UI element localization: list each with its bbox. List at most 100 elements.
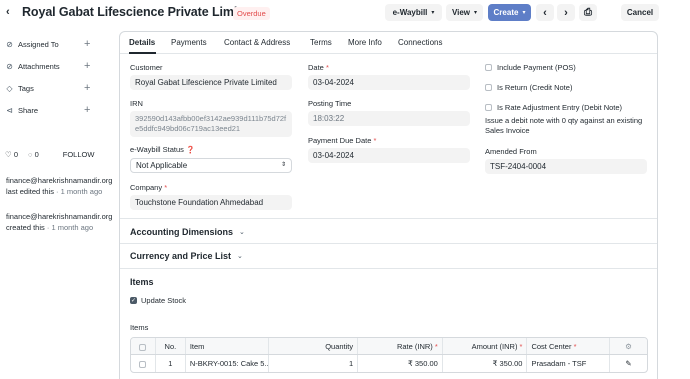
chevron-down-icon: ⌄: [237, 253, 243, 260]
sidebar-item-assigned-to[interactable]: ⊘ Assigned To +: [5, 38, 93, 50]
date-label: Date *: [308, 63, 329, 72]
row-rate[interactable]: ₹ 350.00: [358, 355, 443, 372]
column-header-quantity: Quantity: [269, 338, 359, 354]
currency-price-list-section[interactable]: Currency and Price List ⌄: [130, 251, 243, 261]
section-title: Items: [130, 277, 154, 287]
page-header: ‹ Royal Gabat Lifescience Private Limit.…: [0, 0, 690, 26]
activity-user[interactable]: finance@harekrishnamandir.org: [6, 212, 121, 223]
doc-stats: ♡ 0 ◌ 0 FOLLOW: [5, 150, 94, 159]
plus-icon[interactable]: +: [84, 104, 90, 116]
like-counter[interactable]: ♡ 0: [5, 150, 18, 159]
row-quantity[interactable]: 1: [269, 355, 359, 372]
settings-gear-icon[interactable]: ⚙: [610, 338, 647, 354]
accounting-dimensions-section[interactable]: Accounting Dimensions ⌄: [130, 227, 245, 237]
share-icon: ⊲: [6, 105, 13, 115]
column-header-amount: Amount (INR) *: [443, 338, 528, 354]
row-select-cell[interactable]: [131, 355, 156, 372]
irn-label: IRN: [130, 99, 143, 108]
include-payment-label: Include Payment (POS): [497, 63, 576, 72]
view-button-label: View: [451, 8, 471, 17]
activity-time: · 1 month ago: [56, 186, 103, 196]
like-count: 0: [13, 150, 18, 159]
paperclip-icon: ⊘: [6, 61, 13, 71]
ewaybill-button[interactable]: e-Waybill ▾: [385, 4, 442, 21]
print-button[interactable]: ⎙: [579, 4, 597, 21]
amended-from-label: Amended From: [485, 147, 537, 156]
next-button[interactable]: ›: [557, 4, 575, 21]
ewaybill-status-label-text: e-Waybill Status: [130, 145, 184, 154]
active-tab-indicator: [129, 52, 156, 54]
tab-more-info[interactable]: More Info: [348, 38, 382, 47]
section-divider: [120, 268, 657, 269]
tab-connections[interactable]: Connections: [398, 38, 442, 47]
posting-time-field[interactable]: 18:03:22: [308, 111, 470, 126]
edit-row-pencil-icon[interactable]: ✎: [610, 355, 647, 372]
payment-due-date-label: Payment Due Date *: [308, 136, 377, 145]
plus-icon[interactable]: +: [84, 82, 90, 94]
activity-user[interactable]: finance@harekrishnamandir.org: [6, 176, 121, 187]
chevron-down-icon: ▾: [522, 10, 526, 16]
back-chevron-icon[interactable]: ‹: [6, 6, 10, 18]
follow-button[interactable]: FOLLOW: [63, 150, 95, 159]
update-stock-checkbox[interactable]: ✓: [130, 297, 137, 304]
irn-field[interactable]: 392590d143afbb00ef3142ae939d111b75d72fe5…: [130, 111, 292, 137]
update-stock-label: Update Stock: [141, 296, 187, 305]
row-item[interactable]: N-BKRY-0015: Cake 5...: [186, 355, 269, 372]
column-header-rate: Rate (INR) *: [358, 338, 443, 354]
sidebar-item-tags[interactable]: ◇ Tags +: [5, 82, 93, 94]
sidebar-item-label: Share: [18, 105, 39, 115]
create-button-label: Create: [493, 8, 519, 17]
plus-icon[interactable]: +: [84, 60, 90, 72]
help-icon[interactable]: ❓: [186, 147, 195, 154]
comment-icon: ◌: [28, 150, 33, 159]
create-button[interactable]: Create ▾: [488, 4, 531, 21]
column-header-item: Item: [186, 338, 269, 354]
comment-counter[interactable]: ◌ 0: [28, 150, 39, 159]
date-field[interactable]: 03-04-2024: [308, 75, 470, 90]
payment-due-date-label-text: Payment Due Date: [308, 136, 372, 145]
column-header-no: No.: [156, 338, 186, 354]
date-label-text: Date: [308, 63, 324, 72]
status-badge: Overdue: [233, 7, 270, 20]
prev-button[interactable]: ‹: [536, 4, 554, 21]
tab-details[interactable]: Details: [129, 38, 155, 47]
select-all-checkbox[interactable]: [139, 343, 147, 351]
sidebar-item-share[interactable]: ⊲ Share +: [5, 104, 93, 116]
printer-icon: ⎙: [584, 7, 592, 18]
company-field[interactable]: Touchstone Foundation Ahmedabad: [130, 195, 292, 210]
is-return-checkbox[interactable]: [485, 84, 492, 91]
tab-terms[interactable]: Terms: [310, 38, 332, 47]
ewaybill-button-label: e-Waybill: [392, 8, 428, 17]
plus-icon[interactable]: +: [84, 38, 90, 50]
chevron-left-icon: ‹: [543, 6, 547, 19]
amended-from-field[interactable]: TSF-2404-0004: [485, 159, 647, 174]
is-return-label: Is Return (Credit Note): [497, 83, 573, 92]
tag-icon: ◇: [6, 83, 13, 93]
tab-payments[interactable]: Payments: [171, 38, 207, 47]
chevron-right-icon: ›: [564, 6, 568, 19]
tab-contact-address[interactable]: Contact & Address: [224, 38, 290, 47]
include-payment-checkbox[interactable]: [485, 64, 492, 71]
view-button[interactable]: View ▾: [446, 4, 483, 21]
sidebar-item-attachments[interactable]: ⊘ Attachments +: [5, 60, 93, 72]
chevron-down-icon: ▾: [474, 10, 478, 16]
row-cost-center[interactable]: Prasadam - TSF: [527, 355, 611, 372]
page-title: Royal Gabat Lifescience Private Limit...: [22, 5, 252, 19]
chevron-down-icon: ⌄: [239, 229, 245, 236]
customer-label: Customer: [130, 63, 163, 72]
rate-adjustment-checkbox[interactable]: [485, 104, 492, 111]
ewaybill-status-select[interactable]: Not Applicable ⇕: [130, 158, 292, 173]
select-all-cell[interactable]: [131, 338, 156, 354]
customer-field[interactable]: Royal Gabat Lifescience Private Limited: [130, 75, 292, 90]
items-section-header: Items: [130, 277, 154, 287]
section-divider: [120, 218, 657, 219]
row-checkbox[interactable]: [139, 360, 147, 368]
sidebar-item-label: Assigned To: [18, 39, 59, 49]
activity-time: · 1 month ago: [46, 222, 94, 232]
cancel-button[interactable]: Cancel: [621, 4, 659, 21]
posting-time-label: Posting Time: [308, 99, 352, 108]
column-header-rate-text: Rate (INR): [396, 342, 433, 351]
payment-due-date-field[interactable]: 03-04-2024: [308, 148, 470, 163]
heart-icon: ♡: [5, 150, 12, 159]
table-row[interactable]: 1 N-BKRY-0015: Cake 5... 1 ₹ 350.00 ₹ 35…: [131, 355, 647, 372]
